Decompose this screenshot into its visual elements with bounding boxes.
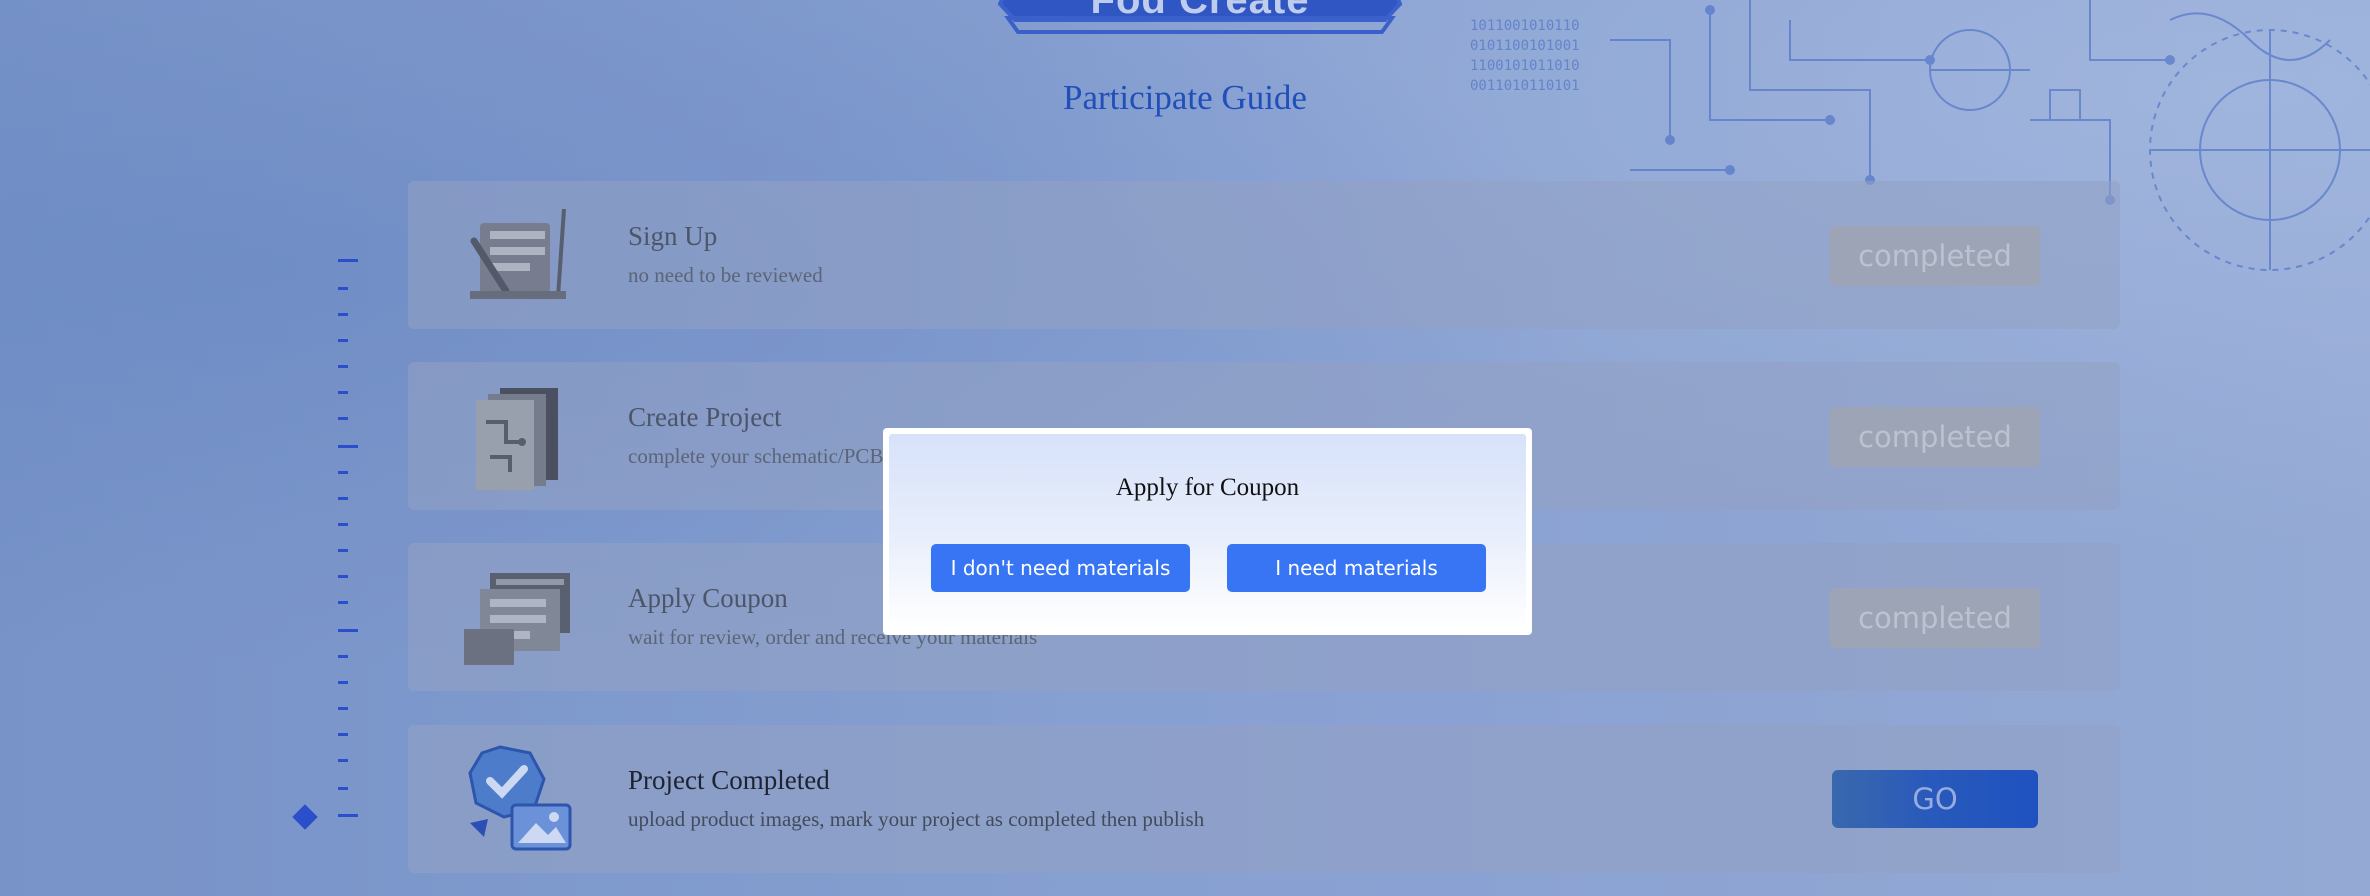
no-materials-button[interactable]: I don't need materials (931, 544, 1190, 592)
dialog-title: Apply for Coupon (1115, 474, 1300, 501)
dialog-body: Apply for Coupon I don't need materials … (889, 434, 1526, 629)
apply-coupon-dialog: Apply for Coupon I don't need materials … (883, 428, 1532, 635)
need-materials-button[interactable]: I need materials (1227, 544, 1486, 592)
